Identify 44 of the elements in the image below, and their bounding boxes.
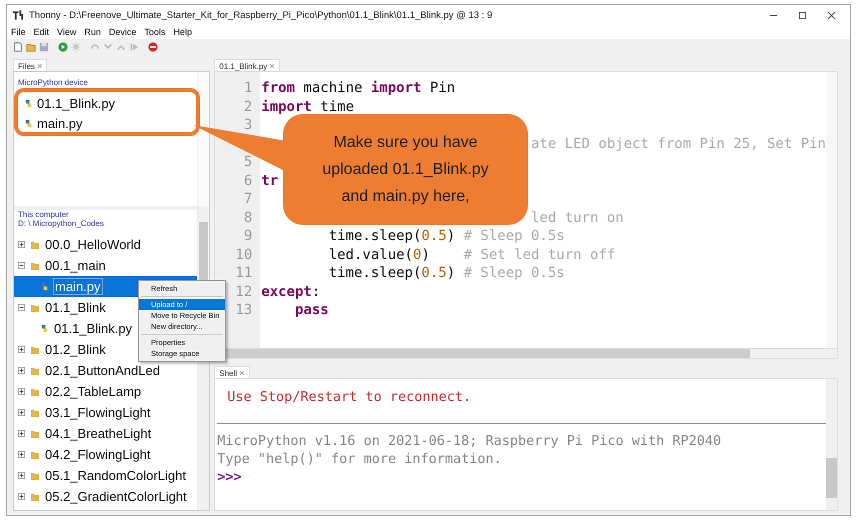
code-token: ) [446,265,456,281]
shell-output-line: MicroPython v1.16 on 2021-06-18; Raspberry Pi Pico with RP2040 [217,432,722,450]
line-number: 11 [235,264,252,282]
line-number: 7 [244,190,252,208]
line-number: 9 [244,227,252,246]
code-token: from [261,80,295,96]
line-number: 1 [244,79,252,98]
code-token: tr [261,172,278,188]
line-number: 5 [244,153,252,172]
code-token: led.value( [328,246,413,262]
line-number: 8 [244,208,252,227]
code-token: : [312,284,320,300]
code-token: ate LED object from Pin 25, Set Pin [530,136,826,152]
callout-text: Make sure you have uploaded 01.1_Blink.py and main.py here, [321,133,490,207]
line-number: 6 [244,172,252,190]
panel-title: This computer [17,210,70,219]
code-token: pass [294,302,329,318]
line-number: 12 [235,282,252,301]
code-token: Pin [430,80,456,96]
line-number: 10 [235,246,252,264]
code-token: # Sleep 0.5s [464,265,565,281]
code-token: 0 [413,246,422,262]
line-number: 13 [235,301,252,320]
code-token: import [370,80,422,96]
code-token: 0.5 [421,265,447,281]
code-token: ) [446,228,456,244]
code-token: # Set led turn off [464,246,616,262]
code-token: # Sleep 0.5s [464,228,565,244]
code-token: time [320,98,354,114]
line-number: 2 [244,98,252,116]
shell-output-line: Type "help()" for more information. [217,450,503,468]
code-token: except [261,284,312,300]
code-token: led turn on [530,210,624,226]
panel-title: MicroPython device [17,78,88,87]
window-title: Thonny - D:\Freenove_Ultimate_Starter_Kit_for_Raspberry_Pi_Pico\Python\01.1_Blink\01.1_Blink.py @ 13 : 9 [29,10,494,20]
code-token: import [261,98,312,114]
code-token: ) [421,246,431,262]
code-token: time.sleep( [328,265,422,281]
shell-error-text: Use Stop/Restart to reconnect. [226,389,472,407]
code-token: 0.5 [421,228,447,244]
code-token: machine [303,80,364,96]
code-token: time.sleep( [328,228,422,244]
line-number: 3 [244,116,252,134]
path-label: D: \ Micropython_Codes [17,219,105,228]
